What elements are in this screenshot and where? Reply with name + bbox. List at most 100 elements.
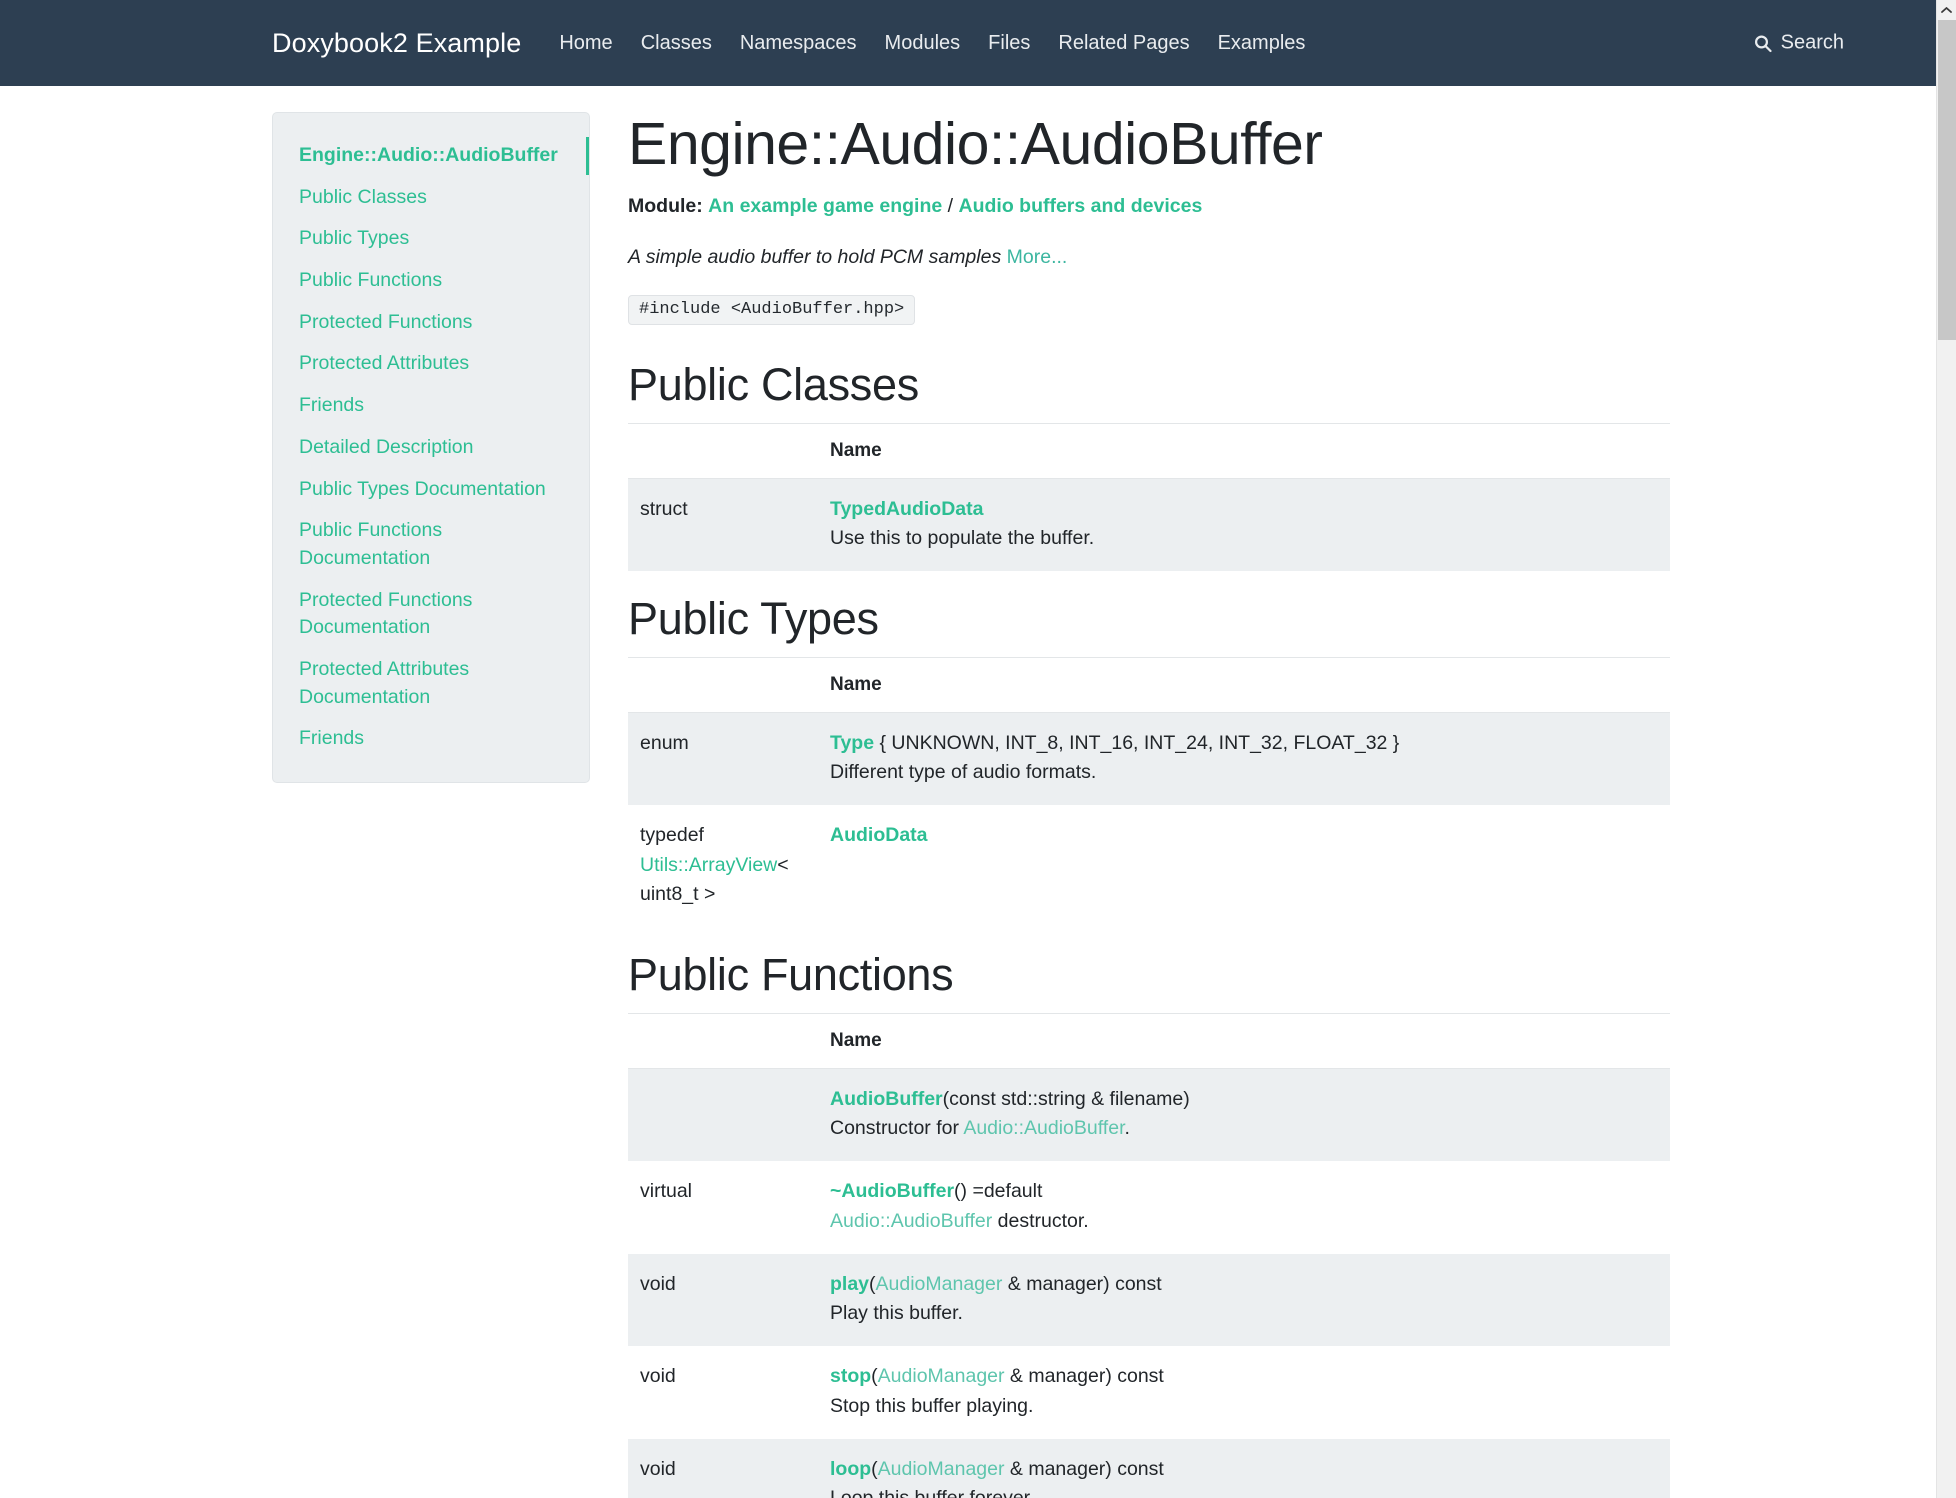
member-link-type[interactable]: Type bbox=[830, 732, 874, 754]
module-label: Module: bbox=[628, 194, 703, 217]
member-description: Constructor for bbox=[830, 1117, 964, 1140]
nav-link-files[interactable]: Files bbox=[974, 26, 1044, 61]
sidebar-item-detailed-description[interactable]: Detailed Description bbox=[273, 427, 589, 469]
cell-type: virtual bbox=[640, 1180, 693, 1203]
column-header-name: Name bbox=[818, 1012, 1670, 1069]
chevron-up-icon bbox=[1941, 6, 1952, 14]
cell-name: play(AudioManager & manager) const Play … bbox=[818, 1253, 1670, 1347]
member-description: Play this buffer. bbox=[830, 1302, 963, 1325]
member-link-audiodata[interactable]: AudioData bbox=[830, 824, 928, 846]
sidebar-item-protected-functions[interactable]: Protected Functions bbox=[273, 302, 589, 344]
description-suffix: destructor. bbox=[992, 1209, 1089, 1232]
table-header-row: Name bbox=[628, 422, 1670, 479]
nav-link-home[interactable]: Home bbox=[545, 26, 626, 61]
brief-description: A simple audio buffer to hold PCM sample… bbox=[628, 246, 1648, 269]
nav-link-related-pages[interactable]: Related Pages bbox=[1044, 26, 1203, 61]
sidebar-item-public-classes[interactable]: Public Classes bbox=[273, 177, 589, 219]
search-icon bbox=[1754, 34, 1772, 52]
cell-type: void bbox=[628, 1438, 818, 1498]
page-body: Engine::Audio::AudioBuffer Public Classe… bbox=[0, 86, 1956, 1498]
sidebar-item-protected-functions-documentation[interactable]: Protected Functions Documentation bbox=[273, 580, 589, 649]
page-scrollbar[interactable] bbox=[1936, 0, 1956, 1498]
module-child-link[interactable]: Audio buffers and devices bbox=[959, 195, 1203, 217]
sidebar-item-public-types[interactable]: Public Types bbox=[273, 218, 589, 260]
cell-type: typedef Utils::ArrayView< uint8_t > bbox=[628, 805, 818, 927]
cell-name: Type { UNKNOWN, INT_8, INT_16, INT_24, I… bbox=[818, 712, 1670, 806]
type-link-utils-arrayview[interactable]: Utils::ArrayView bbox=[640, 854, 777, 876]
table-row: struct TypedAudioData Use this to popula… bbox=[628, 478, 1670, 572]
cell-name: AudioBuffer(const std::string & filename… bbox=[818, 1068, 1670, 1162]
cell-name: stop(AudioManager & manager) const Stop … bbox=[818, 1346, 1670, 1439]
table-row: virtual ~AudioBuffer() =default Audio::A… bbox=[628, 1161, 1670, 1254]
typedef-keyword: typedef bbox=[640, 824, 704, 847]
arg-type-link-audiomanager[interactable]: AudioManager bbox=[878, 1365, 1005, 1387]
module-parent-link[interactable]: An example game engine bbox=[708, 195, 942, 217]
sidebar-item-public-types-documentation[interactable]: Public Types Documentation bbox=[273, 469, 589, 511]
nav-link-namespaces[interactable]: Namespaces bbox=[726, 26, 871, 61]
main-content: Engine::Audio::AudioBuffer Module: An ex… bbox=[628, 112, 1670, 1498]
signature-args: & manager) const bbox=[1004, 1365, 1164, 1388]
sidebar-item-public-functions-documentation[interactable]: Public Functions Documentation bbox=[273, 510, 589, 579]
arg-type-link-audiomanager[interactable]: AudioManager bbox=[876, 1273, 1003, 1295]
module-breadcrumb: Module: An example game engine / Audio b… bbox=[628, 195, 1648, 218]
member-link-destructor-audiobuffer[interactable]: ~AudioBuffer bbox=[830, 1180, 954, 1202]
section-heading-public-functions: Public Functions bbox=[628, 949, 954, 1001]
sidebar-item-protected-attributes[interactable]: Protected Attributes bbox=[273, 343, 589, 385]
section-heading-public-classes: Public Classes bbox=[628, 358, 919, 410]
sidebar-item-friends-2[interactable]: Friends bbox=[273, 718, 589, 760]
cell-type: struct bbox=[628, 478, 818, 572]
nav-link-modules[interactable]: Modules bbox=[871, 26, 975, 61]
signature-args: (const std::string & filename) bbox=[942, 1087, 1190, 1110]
member-link-loop[interactable]: loop bbox=[830, 1458, 871, 1480]
member-description: Use this to populate the buffer. bbox=[830, 526, 1095, 549]
arg-type-link-audiomanager[interactable]: AudioManager bbox=[878, 1458, 1005, 1480]
column-header-type bbox=[628, 1012, 818, 1069]
cell-name: TypedAudioData Use this to populate the … bbox=[818, 478, 1670, 572]
description-link-audio-audiobuffer[interactable]: Audio::AudioBuffer bbox=[963, 1117, 1124, 1139]
signature-args: () =default bbox=[954, 1180, 1043, 1203]
sidebar-item-friends[interactable]: Friends bbox=[273, 385, 589, 427]
public-functions-table: Name AudioBuffer(const std::string & fil… bbox=[628, 1012, 1670, 1498]
scrollbar-thumb[interactable] bbox=[1938, 20, 1956, 340]
toc-sidebar: Engine::Audio::AudioBuffer Public Classe… bbox=[272, 112, 590, 783]
table-row: AudioBuffer(const std::string & filename… bbox=[628, 1068, 1670, 1162]
table-row: void play(AudioManager & manager) const … bbox=[628, 1253, 1670, 1347]
nav-links: Home Classes Namespaces Modules Files Re… bbox=[545, 26, 1319, 61]
member-description: Different type of audio formats. bbox=[830, 761, 1097, 784]
sidebar-item-public-functions[interactable]: Public Functions bbox=[273, 260, 589, 302]
member-description: Stop this buffer playing. bbox=[830, 1394, 1034, 1417]
table-header-row: Name bbox=[628, 656, 1670, 713]
table-row: void loop(AudioManager & manager) const … bbox=[628, 1438, 1670, 1498]
nav-link-examples[interactable]: Examples bbox=[1204, 26, 1320, 61]
table-row: enum Type { UNKNOWN, INT_8, INT_16, INT_… bbox=[628, 712, 1670, 806]
table-row: typedef Utils::ArrayView< uint8_t > Audi… bbox=[628, 805, 1670, 927]
member-link-play[interactable]: play bbox=[830, 1273, 869, 1295]
cell-name: loop(AudioManager & manager) const Loop … bbox=[818, 1438, 1670, 1498]
include-statement: #include <AudioBuffer.hpp> bbox=[628, 294, 916, 325]
public-types-table: Name enum Type { UNKNOWN, INT_8, INT_16,… bbox=[628, 656, 1670, 927]
sidebar-item-protected-attributes-documentation[interactable]: Protected Attributes Documentation bbox=[273, 649, 589, 718]
column-header-type bbox=[628, 422, 818, 479]
cell-name: AudioData bbox=[818, 805, 1670, 927]
member-description: Loop this buffer forever. bbox=[830, 1487, 1035, 1498]
brief-text: A simple audio buffer to hold PCM sample… bbox=[628, 245, 1002, 268]
scrollbar-up-button[interactable] bbox=[1937, 0, 1956, 20]
more-link[interactable]: More... bbox=[1007, 246, 1068, 268]
member-link-audiobuffer[interactable]: AudioBuffer bbox=[830, 1088, 943, 1110]
member-link-typedaudiodata[interactable]: TypedAudioData bbox=[830, 498, 983, 520]
cell-type: void bbox=[640, 1365, 676, 1388]
nav-link-classes[interactable]: Classes bbox=[627, 26, 726, 61]
column-header-type bbox=[628, 656, 818, 713]
brand-title[interactable]: Doxybook2 Example bbox=[272, 28, 521, 59]
sidebar-item-engine-audio-audiobuffer[interactable]: Engine::Audio::AudioBuffer bbox=[273, 135, 589, 177]
description-link-audio-audiobuffer[interactable]: Audio::AudioBuffer bbox=[830, 1210, 992, 1232]
description-suffix: . bbox=[1124, 1117, 1130, 1140]
cell-name: ~AudioBuffer() =default Audio::AudioBuff… bbox=[818, 1161, 1670, 1254]
public-classes-table: Name struct TypedAudioData Use this to p… bbox=[628, 422, 1670, 572]
member-link-stop[interactable]: stop bbox=[830, 1365, 871, 1387]
cell-type bbox=[628, 1068, 818, 1162]
column-header-name: Name bbox=[818, 656, 1670, 713]
search-button[interactable]: Search bbox=[1754, 32, 1844, 55]
cell-type: void bbox=[628, 1253, 818, 1347]
module-separator: / bbox=[947, 194, 954, 217]
